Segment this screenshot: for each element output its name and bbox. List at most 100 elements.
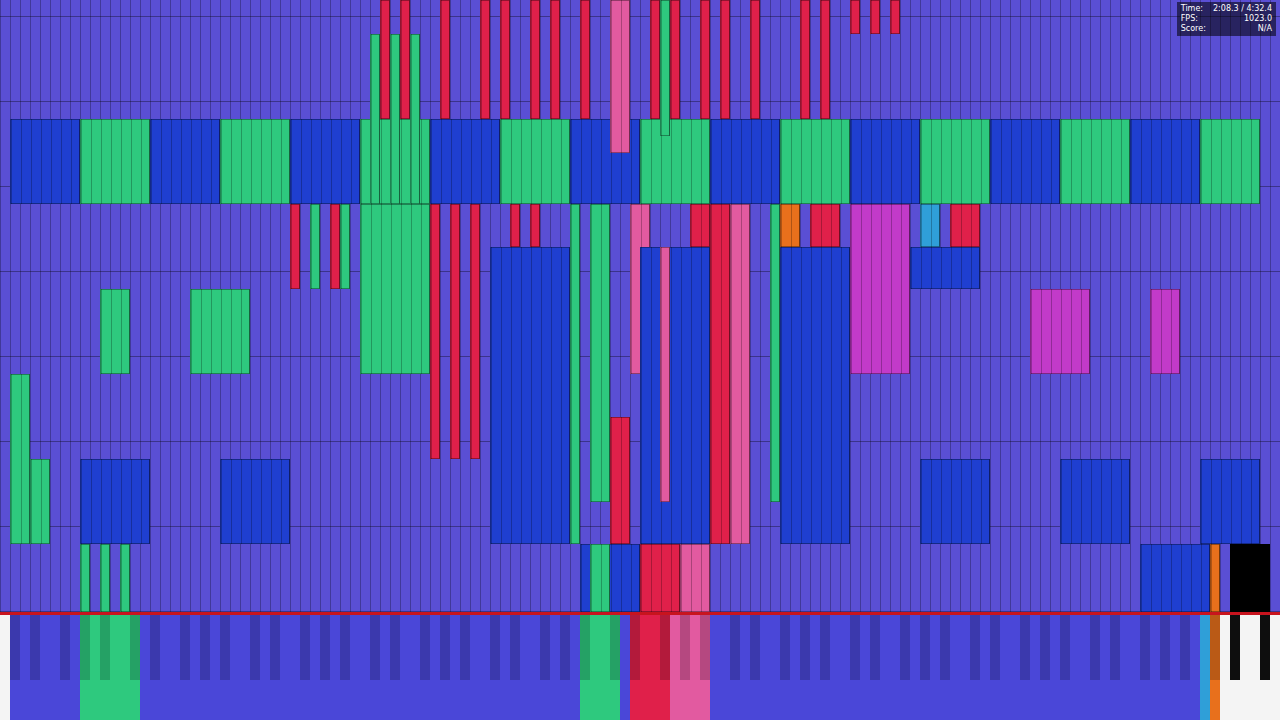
white-key[interactable] (720, 615, 730, 720)
black-key[interactable] (10, 615, 20, 720)
white-key[interactable] (260, 615, 270, 720)
white-key[interactable] (70, 615, 80, 720)
white-key[interactable] (110, 615, 120, 720)
black-key[interactable] (580, 615, 590, 720)
black-key[interactable] (630, 615, 640, 720)
white-key[interactable] (530, 615, 540, 720)
white-key[interactable] (1220, 615, 1230, 720)
black-key[interactable] (1110, 615, 1120, 720)
white-key[interactable] (600, 615, 610, 720)
white-key[interactable] (20, 615, 30, 720)
white-key[interactable] (1240, 615, 1250, 720)
black-key[interactable] (150, 615, 160, 720)
white-key[interactable] (90, 615, 100, 720)
black-key[interactable] (180, 615, 190, 720)
white-key[interactable] (380, 615, 390, 720)
white-key[interactable] (760, 615, 770, 720)
black-key[interactable] (750, 615, 760, 720)
white-key[interactable] (410, 615, 420, 720)
white-key[interactable] (1010, 615, 1020, 720)
black-key[interactable] (680, 615, 690, 720)
black-key[interactable] (390, 615, 400, 720)
black-key[interactable] (800, 615, 810, 720)
white-key[interactable] (960, 615, 970, 720)
black-key[interactable] (490, 615, 500, 720)
black-key[interactable] (850, 615, 860, 720)
white-key[interactable] (1130, 615, 1140, 720)
white-key[interactable] (50, 615, 60, 720)
white-key[interactable] (210, 615, 220, 720)
black-key[interactable] (780, 615, 790, 720)
black-key[interactable] (1180, 615, 1190, 720)
white-key[interactable] (430, 615, 440, 720)
white-key[interactable] (230, 615, 240, 720)
black-key[interactable] (130, 615, 140, 720)
white-key[interactable] (790, 615, 800, 720)
black-key[interactable] (270, 615, 280, 720)
black-key[interactable] (560, 615, 570, 720)
white-key[interactable] (140, 615, 150, 720)
white-key[interactable] (350, 615, 360, 720)
white-key[interactable] (1190, 615, 1200, 720)
black-key[interactable] (370, 615, 380, 720)
white-key[interactable] (310, 615, 320, 720)
white-key[interactable] (590, 615, 600, 720)
white-key[interactable] (830, 615, 840, 720)
black-key[interactable] (220, 615, 230, 720)
white-key[interactable] (770, 615, 780, 720)
white-key[interactable] (1030, 615, 1040, 720)
black-key[interactable] (730, 615, 740, 720)
white-key[interactable] (840, 615, 850, 720)
black-key[interactable] (60, 615, 70, 720)
white-key[interactable] (1150, 615, 1160, 720)
white-key[interactable] (190, 615, 200, 720)
black-key[interactable] (1060, 615, 1070, 720)
white-key[interactable] (910, 615, 920, 720)
black-key[interactable] (250, 615, 260, 720)
white-key[interactable] (620, 615, 630, 720)
white-key[interactable] (290, 615, 300, 720)
white-key[interactable] (810, 615, 820, 720)
white-key[interactable] (1250, 615, 1260, 720)
white-key[interactable] (980, 615, 990, 720)
white-key[interactable] (690, 615, 700, 720)
white-key[interactable] (470, 615, 480, 720)
white-key[interactable] (330, 615, 340, 720)
white-key[interactable] (950, 615, 960, 720)
black-key[interactable] (100, 615, 110, 720)
black-key[interactable] (900, 615, 910, 720)
black-key[interactable] (420, 615, 430, 720)
white-key[interactable] (670, 615, 680, 720)
white-key[interactable] (1270, 615, 1280, 720)
white-key[interactable] (160, 615, 170, 720)
white-key[interactable] (1120, 615, 1130, 720)
white-key[interactable] (740, 615, 750, 720)
black-key[interactable] (460, 615, 470, 720)
black-key[interactable] (540, 615, 550, 720)
black-key[interactable] (1040, 615, 1050, 720)
white-key[interactable] (1000, 615, 1010, 720)
white-key[interactable] (400, 615, 410, 720)
black-key[interactable] (1090, 615, 1100, 720)
black-key[interactable] (970, 615, 980, 720)
white-key[interactable] (40, 615, 50, 720)
black-key[interactable] (80, 615, 90, 720)
white-key[interactable] (1200, 615, 1210, 720)
white-key[interactable] (520, 615, 530, 720)
black-key[interactable] (1260, 615, 1270, 720)
black-key[interactable] (510, 615, 520, 720)
black-key[interactable] (440, 615, 450, 720)
white-key[interactable] (280, 615, 290, 720)
white-key[interactable] (500, 615, 510, 720)
white-key[interactable] (1100, 615, 1110, 720)
black-key[interactable] (660, 615, 670, 720)
white-key[interactable] (880, 615, 890, 720)
white-key[interactable] (860, 615, 870, 720)
white-key[interactable] (120, 615, 130, 720)
white-key[interactable] (1050, 615, 1060, 720)
white-key[interactable] (170, 615, 180, 720)
white-key[interactable] (0, 615, 10, 720)
black-key[interactable] (300, 615, 310, 720)
white-key[interactable] (640, 615, 650, 720)
white-key[interactable] (710, 615, 720, 720)
